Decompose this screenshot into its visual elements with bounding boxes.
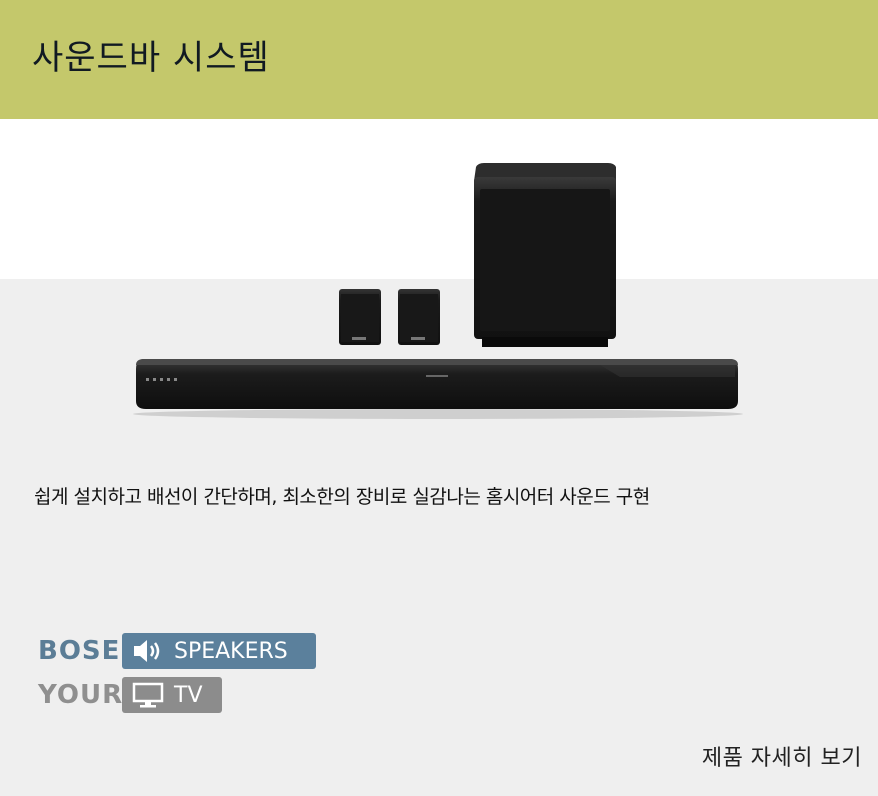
satellite-speaker-left-icon	[339, 289, 381, 345]
soundbar-icon	[133, 359, 743, 419]
satellite-speaker-right-icon	[398, 289, 440, 345]
subwoofer-icon	[474, 163, 616, 347]
product-details-link[interactable]: 제품 자세히 보기	[702, 740, 862, 772]
monitor-icon	[132, 682, 164, 708]
bose-speakers-your-tv-badge: BOSE SPEAKERS YOUR TV	[38, 630, 328, 720]
speaker-icon	[134, 640, 160, 662]
product-hero	[0, 119, 878, 449]
badge-word-your: YOUR	[38, 680, 124, 710]
badge-word-bose: BOSE	[38, 636, 121, 666]
badge-label-tv: TV	[174, 682, 203, 708]
badge-row-tv: YOUR TV	[38, 676, 222, 714]
badge-label-speakers: SPEAKERS	[174, 638, 288, 664]
speakers-pill: SPEAKERS	[122, 633, 316, 669]
header-banner: 사운드바 시스템	[0, 0, 878, 119]
product-description: 쉽게 설치하고 배선이 간단하며, 최소한의 장비로 실감나는 홈시어터 사운드…	[34, 486, 650, 508]
page-title: 사운드바 시스템	[32, 38, 270, 78]
badge-row-speakers: BOSE SPEAKERS	[38, 632, 316, 670]
tv-pill: TV	[122, 677, 222, 713]
soundbar-system-product-image	[133, 163, 743, 419]
